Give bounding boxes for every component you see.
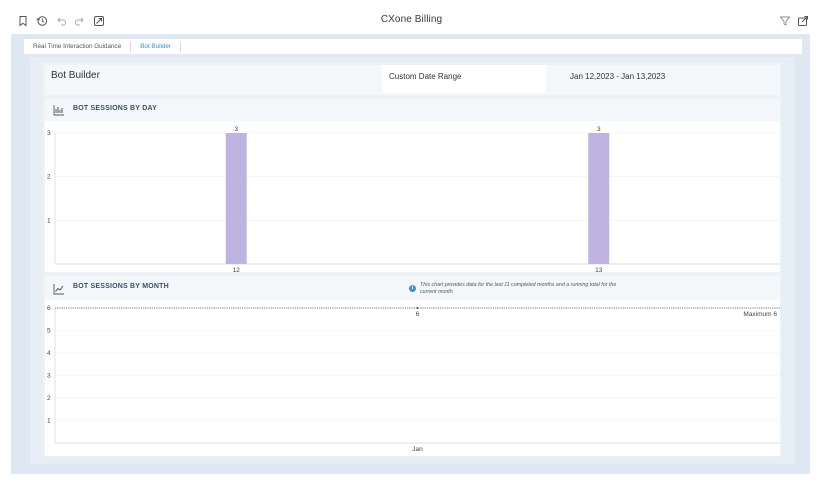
info-icon[interactable]: i [409, 285, 416, 292]
y-tick-label: 2 [47, 395, 51, 402]
filter-icon[interactable] [778, 14, 792, 28]
top-toolbar: CXone Billing [0, 0, 823, 36]
date-range-label: Custom Date Range [389, 72, 462, 81]
data-label: 3 [234, 126, 238, 133]
x-tick-label: Jan [412, 446, 423, 453]
tab-bot-builder[interactable]: Bot Builder [131, 41, 182, 52]
x-tick-label: 12 [233, 267, 241, 272]
y-tick-label: 5 [47, 328, 51, 335]
y-tick-label: 3 [47, 373, 51, 380]
tab-real-time-interaction-guidance[interactable]: Real Time Interaction Guidance [24, 41, 132, 52]
page-title: Bot Builder [51, 70, 100, 81]
bot-sessions-by-month-chart: 1 2 3 4 5 6 Maximum 6 6 Jan [47, 305, 780, 453]
maximum-label: Maximum 6 [743, 311, 777, 318]
app-title: CXone Billing [380, 14, 443, 25]
y-tick-label: 1 [47, 217, 51, 224]
bar-chart-icon [53, 105, 64, 116]
bar [225, 133, 247, 264]
data-label: 6 [416, 311, 420, 318]
y-tick-label: 3 [47, 130, 51, 137]
share-icon[interactable] [796, 14, 810, 28]
date-range-value: Jan 12,2023 - Jan 13,2023 [570, 72, 666, 81]
chart-info-text: This chart provides data for the last 11… [420, 282, 617, 295]
data-label: 3 [597, 126, 601, 133]
tab-bar: Real Time Interaction Guidance Bot Build… [24, 39, 802, 55]
line-chart-icon [53, 284, 64, 295]
data-point [416, 307, 419, 309]
y-tick-label: 2 [47, 174, 51, 181]
y-tick-label: 1 [47, 418, 51, 425]
y-tick-label: 4 [47, 350, 51, 357]
y-tick-label: 6 [47, 305, 51, 312]
bot-sessions-by-month-title: BOT SESSIONS BY MONTH [73, 283, 169, 290]
x-tick-label: 13 [595, 267, 603, 272]
bar [588, 133, 610, 264]
bot-sessions-by-day-title: BOT SESSIONS BY DAY [73, 105, 157, 112]
bot-sessions-by-day-chart: 123312313 [47, 126, 780, 272]
